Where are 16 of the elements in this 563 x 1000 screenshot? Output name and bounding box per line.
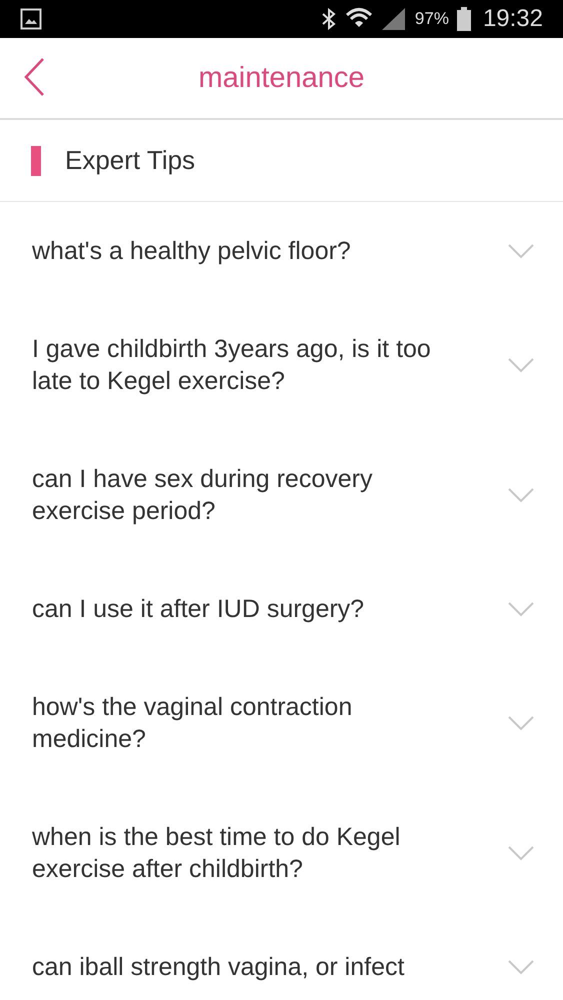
- clock-time: 19:32: [482, 5, 543, 33]
- question-text[interactable]: I gave childbirth 3years ago, is it too late to Kegel exercise?: [32, 333, 507, 397]
- battery-percent: 97%: [414, 9, 449, 29]
- accent-bar: [31, 146, 41, 176]
- bluetooth-icon: [320, 7, 337, 31]
- question-text[interactable]: can I use it after IUD surgery?: [32, 593, 507, 625]
- question-text[interactable]: how's the vaginal contraction medicine?: [32, 691, 507, 755]
- question-text[interactable]: when is the best time to do Kegel exercise after childbirth?: [32, 821, 507, 885]
- section-title: Expert Tips: [65, 145, 196, 176]
- page-title: maintenance: [198, 61, 365, 96]
- signal-icon: [380, 7, 407, 31]
- gallery-icon: [20, 8, 42, 30]
- question-text[interactable]: what's a healthy pelvic floor?: [32, 235, 507, 267]
- battery-icon: [456, 7, 471, 31]
- question-text[interactable]: can iball strength vagina, or infect: [32, 951, 507, 983]
- question-text[interactable]: can I have sex during recovery exercise period?: [32, 463, 507, 527]
